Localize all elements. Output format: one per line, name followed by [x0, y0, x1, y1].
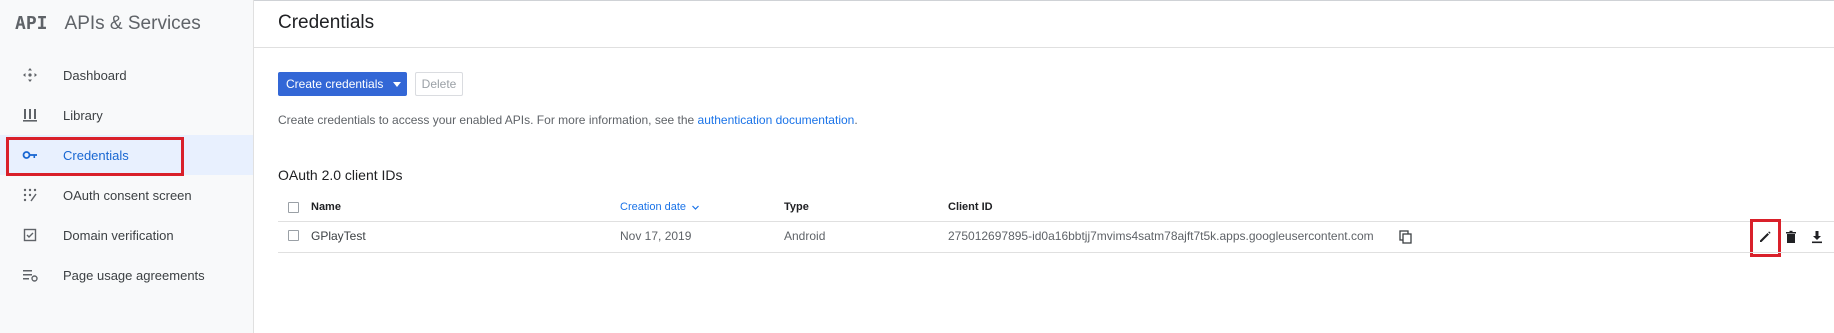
sidebar-item-credentials[interactable]: Credentials — [0, 135, 253, 175]
page-usage-agreements-icon — [23, 270, 38, 282]
oauth-consent-icon — [23, 188, 37, 202]
select-all-checkbox[interactable] — [288, 202, 299, 213]
column-header-type[interactable]: Type — [784, 201, 809, 213]
sidebar-item-page-usage-agreements[interactable]: Page usage agreements — [0, 255, 253, 295]
caret-down-icon — [393, 81, 402, 87]
table-row-divider — [278, 252, 1834, 253]
sidebar-nav: Dashboard Library Credentials OAuth cons… — [0, 55, 253, 295]
sort-down-icon — [692, 205, 700, 210]
table-row-type: Android — [784, 229, 826, 243]
sidebar-item-library[interactable]: Library — [0, 95, 253, 135]
copy-icon — [1399, 230, 1412, 244]
app-brand: API APIs & Services — [0, 0, 253, 47]
copy-client-id-button[interactable] — [1397, 228, 1415, 246]
sidebar-item-oauth-consent-screen[interactable]: OAuth consent screen — [0, 175, 253, 215]
info-text: Create credentials to access your enable… — [278, 113, 858, 127]
download-json-button[interactable] — [1808, 228, 1826, 246]
delete-row-button[interactable] — [1782, 228, 1800, 246]
sidebar-item-label: Dashboard — [63, 67, 127, 83]
top-border — [0, 0, 1834, 1]
sidebar-item-label: Domain verification — [63, 227, 174, 243]
column-header-name[interactable]: Name — [311, 201, 341, 213]
column-header-creation-date[interactable]: Creation date — [620, 201, 700, 213]
key-icon — [22, 151, 37, 159]
create-credentials-label: Create credentials — [286, 77, 384, 91]
sidebar-item-label: Credentials — [63, 147, 129, 163]
app-title: APIs & Services — [64, 12, 201, 34]
dashboard-icon — [23, 68, 37, 82]
table-header-divider — [278, 221, 1834, 222]
sidebar-item-domain-verification[interactable]: Domain verification — [0, 215, 253, 255]
delete-button[interactable]: Delete — [415, 72, 463, 96]
create-credentials-button[interactable]: Create credentials — [278, 72, 407, 96]
header-divider — [254, 47, 1834, 48]
library-icon — [23, 109, 37, 122]
sidebar: API APIs & Services Dashboard Library Cr… — [0, 0, 254, 333]
download-icon — [1812, 231, 1822, 244]
table-row-name[interactable]: GPlayTest — [311, 229, 366, 243]
info-text-suffix: . — [854, 113, 858, 127]
row-checkbox[interactable] — [288, 230, 299, 241]
oauth-section-title: OAuth 2.0 client IDs — [278, 167, 403, 183]
table-row-creation-date: Nov 17, 2019 — [620, 229, 692, 243]
sidebar-item-label: Library — [63, 107, 103, 123]
creation-date-label: Creation date — [620, 201, 687, 213]
domain-verification-icon — [23, 228, 37, 242]
edit-button[interactable] — [1756, 228, 1774, 246]
edit-pencil-icon — [1760, 231, 1771, 242]
table-row-client-id: 275012697895-id0a16bbtjj7mvims4satm78ajf… — [948, 229, 1374, 243]
sidebar-item-dashboard[interactable]: Dashboard — [0, 55, 253, 95]
column-header-client-id[interactable]: Client ID — [948, 201, 993, 213]
sidebar-item-label: Page usage agreements — [63, 267, 205, 283]
info-text-body: Create credentials to access your enable… — [278, 113, 698, 127]
trash-icon — [1786, 230, 1796, 243]
authentication-documentation-link[interactable]: authentication documentation — [698, 113, 855, 127]
sidebar-item-label: OAuth consent screen — [63, 187, 192, 203]
page-title: Credentials — [278, 12, 375, 33]
api-logo: API — [15, 13, 48, 34]
